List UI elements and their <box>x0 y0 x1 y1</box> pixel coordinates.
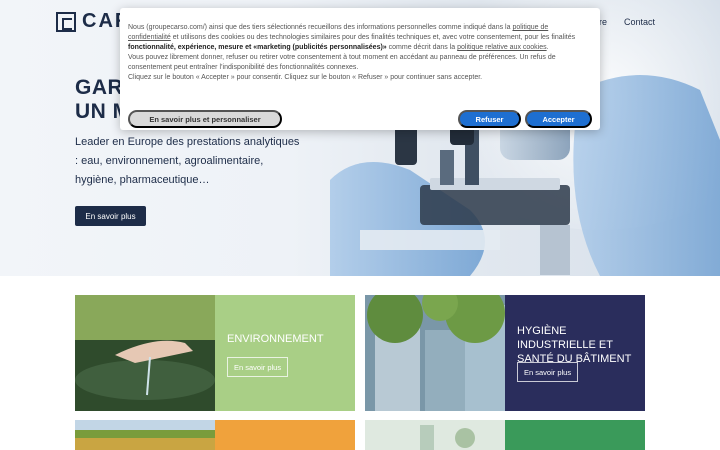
cookie-text-part: comme décrit dans la <box>386 44 458 51</box>
cookie-policy-link[interactable]: politique relative aux cookies <box>457 44 547 51</box>
page: CARS ère Contact GARA UN M Leader en Eur… <box>0 0 720 450</box>
cookie-text-part: . <box>546 44 549 51</box>
card-row2-left[interactable] <box>75 420 355 450</box>
card-panel: Hygiène industrielle et santé du bâtimen… <box>505 295 645 411</box>
cookie-text-part: Nous (groupecarso.com/) ainsi que des ti… <box>128 24 513 31</box>
accept-button[interactable]: Accepter <box>525 110 592 128</box>
cookie-consent-banner: Nous (groupecarso.com/) ainsi que des ti… <box>120 8 600 130</box>
cookie-text-consent: Vous pouvez librement donner, refuser ou… <box>128 54 556 71</box>
learn-more-customize-button[interactable]: En savoir plus et personnaliser <box>128 110 282 128</box>
card-environnement[interactable]: Environnement En savoir plus <box>75 295 355 411</box>
water-hand-image <box>75 295 215 411</box>
cookie-text: Nous (groupecarso.com/) ainsi que des ti… <box>128 23 592 53</box>
cookie-text-instructions: Cliquez sur le bouton « Accepter » pour … <box>128 74 483 81</box>
cookie-purposes: fonctionnalité, expérience, mesure et «m… <box>128 44 387 51</box>
card-row2-right[interactable] <box>365 420 645 450</box>
hero-description: Leader en Europe des prestations analyti… <box>75 136 300 186</box>
cookie-text-part: et utilisons des cookies ou des technolo… <box>170 34 576 41</box>
card-hygiene[interactable]: Hygiène industrielle et santé du bâtimen… <box>365 295 645 411</box>
card-panel <box>215 420 355 450</box>
lab-glass-image <box>365 420 505 450</box>
logo-mark-icon <box>56 11 76 32</box>
hero-learn-more-button[interactable]: En savoir plus <box>75 206 146 226</box>
refuse-button[interactable]: Refuser <box>458 110 521 128</box>
green-building-image <box>365 295 505 411</box>
card-panel: Environnement En savoir plus <box>215 295 355 411</box>
field-image <box>75 420 215 450</box>
card-learn-more-button[interactable]: En savoir plus <box>227 357 289 377</box>
nav-contact[interactable]: Contact <box>624 17 655 27</box>
card-title: Environnement <box>227 333 324 345</box>
card-panel <box>505 420 645 450</box>
card-title: Hygiène industrielle et santé du bâtimen… <box>517 325 632 365</box>
card-learn-more-button[interactable]: En savoir plus <box>517 362 579 382</box>
